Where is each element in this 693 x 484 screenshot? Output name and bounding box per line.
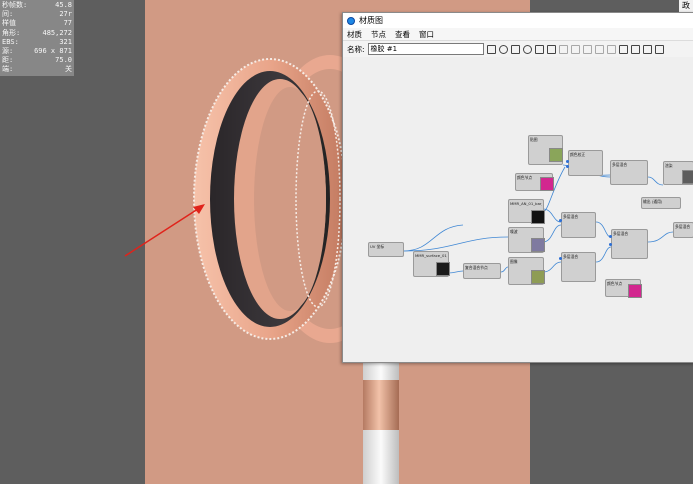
target-icon[interactable] bbox=[522, 44, 532, 54]
node-title: 复合混合节点 bbox=[465, 265, 488, 270]
stats-overlay: 秒帧数: 45.8 间: 27r 样值 77 角形: 485,272 EBS: 321 源… bbox=[0, 0, 74, 76]
node-mix-2[interactable]: 多层混合 bbox=[561, 212, 596, 238]
node-c-icon[interactable] bbox=[606, 44, 616, 54]
stats-row: 源: 696 x 871 bbox=[2, 47, 72, 56]
pole-copper-band bbox=[363, 380, 399, 430]
node-title: 多层混合 bbox=[563, 214, 579, 219]
node-title: 颜色校正 bbox=[570, 152, 586, 157]
node-mix-3[interactable]: 多层混合 bbox=[561, 252, 596, 282]
checker-icon[interactable] bbox=[510, 44, 520, 54]
name-label: 名称: bbox=[347, 44, 365, 54]
toolbar: 名称: 橡胶 #1 bbox=[343, 40, 693, 58]
node-graph-canvas[interactable]: 贴图 颜色校正 多层混合 渲染 颜色节点 MMR_AN_01_bar_0f1a_… bbox=[343, 57, 693, 362]
menu-material[interactable]: 材质 bbox=[347, 29, 362, 40]
stats-row: 样值 77 bbox=[2, 19, 72, 28]
menubar: 材质 节点 查看 窗口 bbox=[343, 28, 693, 40]
node-title: UV 坐标 bbox=[370, 244, 385, 249]
node-title: 渲染 bbox=[665, 163, 673, 168]
stats-row: EBS: 321 bbox=[2, 38, 72, 47]
stats-row: 秒帧数: 45.8 bbox=[2, 1, 72, 10]
stat-label: 角形: bbox=[2, 28, 21, 37]
layout-icon[interactable] bbox=[618, 44, 628, 54]
node-a-icon[interactable] bbox=[582, 44, 592, 54]
app-icon bbox=[347, 16, 355, 25]
node-uv[interactable]: UV 坐标 bbox=[368, 242, 404, 257]
stat-value: 485,272 bbox=[42, 28, 72, 37]
window-title: 材质图 bbox=[359, 16, 383, 25]
node-title: 输出 (通用) bbox=[643, 199, 663, 204]
stat-value: 696 x 871 bbox=[34, 47, 72, 56]
node-render[interactable]: 渲染 bbox=[663, 161, 693, 185]
node-thumbnail bbox=[682, 170, 693, 184]
copy-icon[interactable] bbox=[558, 44, 568, 54]
node-bitmap[interactable]: MMR_AN_01_bar_0f1a_1 bbox=[508, 199, 545, 224]
material-name-input[interactable]: 橡胶 #1 bbox=[367, 43, 484, 55]
node-thumbnail bbox=[531, 238, 545, 252]
node-color-correct[interactable]: 颜色校正 bbox=[568, 150, 603, 176]
stat-label: 端: bbox=[2, 65, 14, 74]
node-title: 多层混合 bbox=[563, 254, 579, 259]
node-thumbnail bbox=[540, 177, 554, 191]
frame-icon[interactable] bbox=[630, 44, 640, 54]
stats-row: 端: 关 bbox=[2, 65, 72, 74]
menu-view[interactable]: 查看 bbox=[395, 29, 410, 40]
socket[interactable] bbox=[566, 160, 569, 163]
socket[interactable] bbox=[609, 235, 612, 238]
window-titlebar[interactable]: 材质图 bbox=[343, 13, 693, 28]
stat-value: 77 bbox=[63, 19, 72, 28]
node-title: 图像 bbox=[510, 259, 518, 264]
stat-value: 321 bbox=[59, 37, 72, 46]
node-title: 多层混合 bbox=[612, 162, 628, 167]
socket[interactable] bbox=[559, 257, 562, 260]
arrange-icon[interactable] bbox=[654, 44, 664, 54]
stat-label: 秒帧数: bbox=[2, 1, 28, 9]
node-title: 贴图 bbox=[530, 137, 538, 142]
node-thumbnail bbox=[531, 210, 545, 224]
node-image[interactable]: 图像 bbox=[508, 257, 545, 285]
stat-label: EBS: bbox=[2, 37, 19, 46]
node-mix-1[interactable]: 多层混合 bbox=[610, 160, 648, 185]
node-texture[interactable]: 贴图 bbox=[528, 135, 563, 165]
socket[interactable] bbox=[609, 243, 612, 246]
menu-window[interactable]: 窗口 bbox=[419, 29, 434, 40]
corner-button[interactable]: 政 bbox=[679, 0, 693, 12]
menu-node[interactable]: 节点 bbox=[371, 29, 386, 40]
stats-row: 角形: 485,272 bbox=[2, 29, 72, 38]
stat-value: 27r bbox=[59, 10, 72, 19]
node-composite[interactable]: 复合混合节点 bbox=[463, 263, 501, 279]
node-surface[interactable]: MMR_surface_01_1dtx bbox=[413, 251, 450, 277]
node-output[interactable]: 输出 (通用) bbox=[641, 197, 681, 209]
stat-label: 源: bbox=[2, 47, 14, 56]
save-icon[interactable] bbox=[486, 44, 496, 54]
warning-icon[interactable] bbox=[546, 44, 556, 54]
node-title: MMR_AN_01_bar_0f1a_1 bbox=[510, 201, 542, 206]
node-title: 多层混合 bbox=[613, 231, 629, 236]
node-thumbnail bbox=[549, 148, 563, 162]
node-title: MMR_surface_01_1dtx bbox=[415, 253, 447, 258]
annotation-arrow bbox=[124, 206, 202, 257]
node-b-icon[interactable] bbox=[594, 44, 604, 54]
material-graph-window[interactable]: 材质图 材质 节点 查看 窗口 名称: 橡胶 #1 贴图 颜色校正 多层混合 渲… bbox=[342, 12, 693, 363]
node-color[interactable]: 颜色节点 bbox=[515, 173, 554, 191]
node-thumbnail bbox=[531, 270, 545, 284]
delete-icon[interactable] bbox=[570, 44, 580, 54]
stat-value: 关 bbox=[65, 65, 72, 74]
sphere-icon[interactable] bbox=[498, 44, 508, 54]
node-mix-4[interactable]: 多层混合 bbox=[611, 229, 648, 259]
node-title: 多层混合 bbox=[675, 224, 691, 229]
socket[interactable] bbox=[559, 219, 562, 222]
stat-value: 45.8 bbox=[55, 1, 72, 9]
node-thumbnail bbox=[436, 262, 450, 276]
grid-icon[interactable] bbox=[642, 44, 652, 54]
node-title: 噪波 bbox=[510, 229, 518, 234]
node-color-2[interactable]: 颜色节点 bbox=[605, 279, 642, 298]
node-mix-5[interactable]: 多层混合 bbox=[673, 222, 693, 238]
socket[interactable] bbox=[566, 165, 569, 168]
node-thumbnail bbox=[628, 284, 642, 298]
node-noise[interactable]: 噪波 bbox=[508, 227, 545, 253]
sliders-icon[interactable] bbox=[534, 44, 544, 54]
stat-label: 样值 bbox=[2, 19, 16, 28]
